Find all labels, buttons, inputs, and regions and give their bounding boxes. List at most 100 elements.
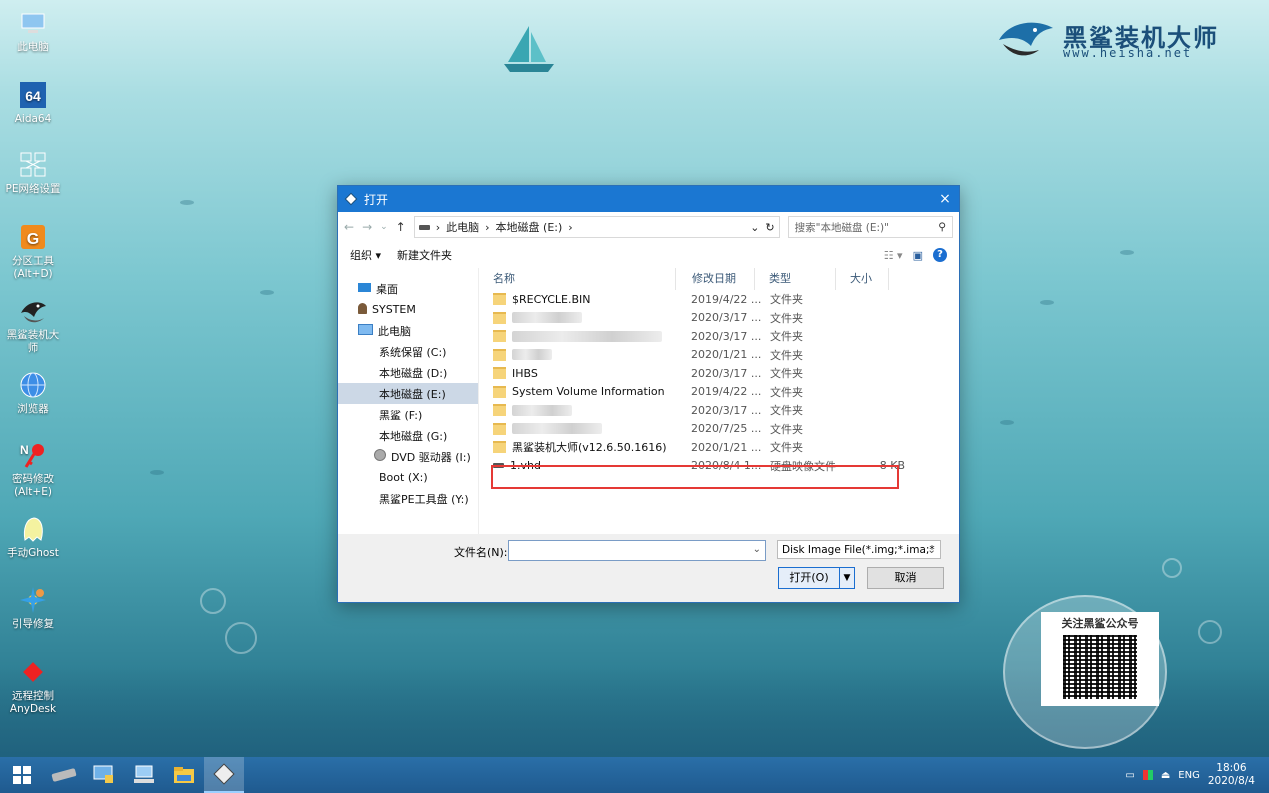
open-button[interactable]: 打开(O) ▼ — [778, 567, 855, 589]
file-row[interactable]: 黑鲨装机大师(v12.6.50.1616) 2020/1/21 ... 文件夹 — [479, 438, 959, 457]
file-row[interactable]: 2020/7/25 ... 文件夹 — [479, 420, 959, 439]
desktop-icon-item[interactable]: N 密码修改 (Alt+E) — [0, 440, 66, 499]
file-name: System Volume Information — [512, 385, 665, 399]
nav-item[interactable]: 本地磁盘 (D:) — [338, 362, 478, 383]
filetype-value: Disk Image File(*.img;*.ima;* — [782, 544, 935, 556]
desktop-icon-item[interactable]: PE网络设置 — [0, 150, 66, 196]
file-type: 文件夹 — [770, 404, 803, 418]
preview-pane-icon[interactable]: ▣ — [913, 249, 923, 262]
file-name: $RECYCLE.BIN — [512, 292, 591, 306]
redacted-name — [512, 349, 552, 361]
up-arrow-icon[interactable]: ↑ — [396, 220, 406, 234]
forward-arrow-icon[interactable]: → — [362, 220, 372, 234]
nav-item[interactable]: 本地磁盘 (G:) — [338, 425, 478, 446]
back-arrow-icon[interactable]: ← — [344, 220, 354, 234]
nav-item[interactable]: 黑鲨 (F:) — [338, 404, 478, 425]
file-row[interactable]: 2020/1/21 ... 文件夹 — [479, 346, 959, 365]
filetype-select[interactable]: Disk Image File(*.img;*.ima;* ⌄ — [777, 540, 941, 559]
taskbar-file-explorer[interactable] — [164, 757, 204, 793]
file-date: 2020/7/25 ... — [691, 422, 762, 436]
column-date[interactable]: 修改日期 — [676, 268, 755, 290]
language-indicator[interactable]: ENG — [1178, 770, 1200, 781]
file-date: 2020/3/17 ... — [691, 366, 762, 380]
clock-date: 2020/8/4 — [1207, 775, 1255, 787]
nav-item[interactable]: SYSTEM — [338, 299, 478, 320]
column-size[interactable]: 大小 — [836, 268, 889, 290]
file-name-cell: $RECYCLE.BIN — [479, 293, 689, 306]
open-file-dialog: 打开 × ← → ⌄ ↑ › 此电脑 › 本地磁盘 (E:) › ⌄ ↻ 搜索"… — [337, 185, 960, 603]
nav-item-label: 本地磁盘 (E:) — [379, 387, 446, 401]
taskbar-disk-tool[interactable] — [44, 757, 84, 793]
new-folder-button[interactable]: 新建文件夹 — [397, 247, 452, 263]
anydesk-icon — [18, 657, 48, 687]
file-date: 2020/3/17 ... — [691, 311, 762, 325]
dvd-icon — [374, 449, 386, 464]
color-tray-icon[interactable] — [1142, 770, 1153, 780]
file-row[interactable]: IHBS 2020/3/17 ... 文件夹 — [479, 364, 959, 383]
file-row[interactable]: System Volume Information 2019/4/22 ... 文件… — [479, 383, 959, 402]
breadcrumb-this-pc[interactable]: 此电脑 — [446, 219, 479, 235]
close-button[interactable]: × — [931, 191, 959, 207]
desktop-icon-label: 远程控制 AnyDesk — [9, 690, 57, 715]
view-options-icon[interactable]: ☷ ▾ — [884, 249, 903, 262]
desktop-icon-item[interactable]: 64 Aida64 — [0, 80, 66, 126]
desktop-icon-label: 引导修复 — [12, 618, 54, 630]
nav-item[interactable]: Boot (X:) — [338, 467, 478, 488]
browser-globe-icon — [18, 370, 48, 400]
file-row[interactable]: 2020/3/17 ... 文件夹 — [479, 327, 959, 346]
open-dropdown-arrow-icon[interactable]: ▼ — [839, 568, 854, 588]
nav-item[interactable]: 系统保留 (C:) — [338, 341, 478, 362]
filename-dropdown-chevron-icon[interactable]: ⌄ — [753, 544, 761, 555]
desktop-icon-item[interactable]: 远程控制 AnyDesk — [0, 657, 66, 716]
desktop-icon-item[interactable]: 引导修复 — [0, 585, 66, 631]
nav-item-label: 本地磁盘 (G:) — [379, 429, 448, 443]
organize-button[interactable]: 组织 ▾ — [350, 247, 381, 263]
column-type[interactable]: 类型 — [755, 268, 836, 290]
column-header: 名称 修改日期 类型 大小 — [479, 268, 959, 290]
nav-item[interactable]: 此电脑 — [338, 320, 478, 341]
nav-item-label: 黑鲨 (F:) — [379, 408, 423, 422]
redacted-name — [512, 404, 572, 416]
address-dropdown-chevron-icon[interactable]: ⌄ — [750, 221, 759, 234]
cancel-button[interactable]: 取消 — [867, 567, 944, 589]
column-name[interactable]: 名称 — [479, 268, 676, 290]
file-row[interactable]: 2020/3/17 ... 文件夹 — [479, 401, 959, 420]
address-bar[interactable]: › 此电脑 › 本地磁盘 (E:) › ⌄ ↻ — [413, 216, 780, 238]
help-icon[interactable]: ? — [933, 248, 947, 262]
hard-disk-icon — [51, 768, 77, 782]
file-date: 2019/4/22 ... — [691, 292, 762, 306]
dialog-title: 打开 — [364, 192, 389, 207]
nav-item[interactable]: 本地磁盘 (E:) — [338, 383, 478, 404]
nav-item[interactable]: 桌面 — [338, 278, 478, 299]
filename-input[interactable]: ⌄ — [508, 540, 766, 561]
taskbar-system-tool[interactable] — [84, 757, 124, 793]
desktop-icon-item[interactable]: G 分区工具 (Alt+D) — [0, 222, 66, 281]
search-icon[interactable]: ⚲ — [938, 221, 946, 233]
desktop-icon-item[interactable]: 此电脑 — [0, 8, 66, 54]
taskbar-monitor-tool[interactable] — [124, 757, 164, 793]
file-row[interactable]: $RECYCLE.BIN 2019/4/22 ... 文件夹 — [479, 290, 959, 309]
breadcrumb-drive-e[interactable]: 本地磁盘 (E:) — [496, 219, 563, 235]
sailboat-decoration — [504, 26, 554, 72]
clock[interactable]: 18:06 2020/8/4 — [1208, 762, 1255, 788]
desktop-icon-item[interactable]: 浏览器 — [0, 370, 66, 416]
file-name-cell: 黑鲨装机大师(v12.6.50.1616) — [479, 439, 689, 455]
desktop-icon-item[interactable]: 手动Ghost — [0, 514, 66, 560]
nav-item-label: 桌面 — [376, 282, 398, 296]
folder-icon — [493, 348, 506, 361]
nav-item[interactable]: DVD 驱动器 (I:) — [338, 446, 478, 467]
desktop-icon-item[interactable]: 黑鲨装机大 师 — [0, 296, 66, 355]
recent-locations-chevron-icon[interactable]: ⌄ — [380, 222, 388, 232]
file-row[interactable]: 2020/3/17 ... 文件夹 — [479, 309, 959, 328]
search-box[interactable]: 搜索"本地磁盘 (E:)" ⚲ — [787, 216, 953, 238]
file-name-cell — [479, 404, 689, 417]
start-button[interactable] — [0, 757, 44, 793]
network-tray-icon[interactable]: ▭ — [1125, 770, 1134, 781]
taskbar-open-dialog-app[interactable] — [204, 757, 244, 793]
dialog-footer: 文件名(N): ⌄ Disk Image File(*.img;*.ima;* … — [338, 534, 959, 602]
drive-icon — [418, 224, 430, 230]
nav-item[interactable]: 黑鲨PE工具盘 (Y:) — [338, 488, 478, 509]
refresh-icon[interactable]: ↻ — [765, 221, 774, 234]
fish-decoration — [150, 470, 164, 475]
usb-tray-icon[interactable]: ⏏ — [1161, 770, 1170, 781]
